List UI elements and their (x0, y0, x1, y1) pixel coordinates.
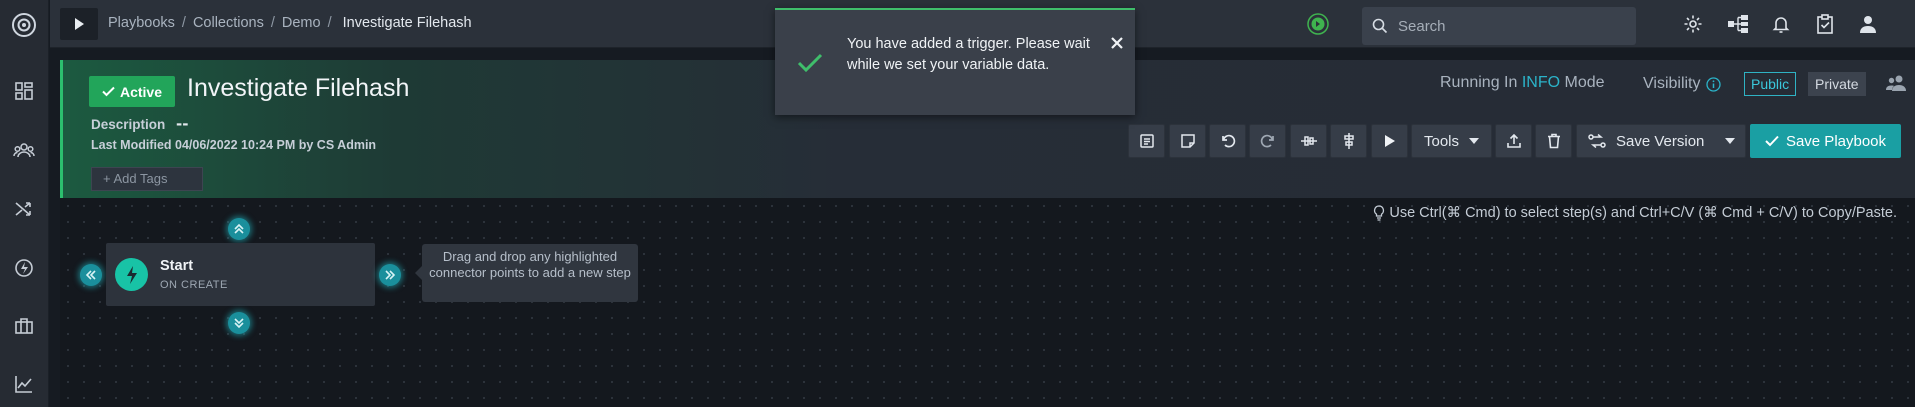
redo-icon (1260, 134, 1274, 148)
toast-close-icon[interactable] (1111, 34, 1123, 53)
breadcrumb-separator: / (327, 15, 332, 31)
connector-top[interactable] (228, 218, 250, 240)
description-value[interactable]: -- (176, 115, 188, 133)
breadcrumb-separator: / (270, 15, 275, 31)
visibility-public-button[interactable]: Public (1744, 72, 1797, 96)
analytics-icon[interactable] (13, 373, 35, 395)
toast-message: You have added a trigger. Please wait wh… (847, 36, 1090, 73)
tasks-clipboard-icon[interactable] (1814, 13, 1836, 35)
left-nav (0, 0, 49, 407)
search-box[interactable] (1362, 7, 1636, 45)
add-tags-input[interactable]: + Add Tags (91, 167, 203, 191)
lightbulb-icon (1374, 205, 1385, 221)
step-library-button[interactable] (1128, 124, 1165, 158)
note-icon (1180, 134, 1195, 148)
connector-bottom[interactable] (228, 312, 250, 334)
search-icon (1372, 18, 1388, 38)
chevron-left-double-icon (85, 270, 96, 280)
start-step-trigger: ON CREATE (160, 279, 228, 291)
playbook-designer-canvas[interactable]: Use Ctrl(⌘ Cmd) to select step(s) and Ct… (60, 198, 1915, 407)
success-check-icon (797, 52, 823, 78)
breadcrumb-separator: / (181, 15, 186, 31)
copy-paste-hint: Use Ctrl(⌘ Cmd) to select step(s) and Ct… (1373, 205, 1897, 221)
dashboard-icon[interactable] (13, 80, 35, 102)
save-playbook-button[interactable]: Save Playbook (1750, 124, 1901, 158)
bolt-icon[interactable] (13, 257, 35, 279)
chevron-down-icon[interactable] (1725, 138, 1735, 144)
hierarchy-icon[interactable] (1727, 13, 1749, 35)
app-logo-icon[interactable] (10, 11, 38, 39)
start-step-name: Start (160, 258, 194, 274)
visibility-private-button[interactable]: Private (1808, 72, 1866, 96)
add-note-button[interactable] (1169, 124, 1206, 158)
sidebar-toggle-button[interactable] (60, 8, 98, 40)
playbook-title[interactable]: Investigate Filehash (187, 74, 409, 103)
breadcrumb-demo[interactable]: Demo (282, 15, 321, 31)
chevron-right-double-icon (385, 270, 396, 280)
undo-button[interactable] (1209, 124, 1246, 158)
visibility-label: Visibility (1643, 75, 1701, 92)
search-input[interactable] (1398, 7, 1628, 45)
trigger-bolt-icon (115, 258, 148, 291)
users-icon[interactable] (13, 139, 35, 161)
connector-right[interactable] (379, 264, 401, 286)
chevron-up-double-icon (234, 223, 244, 234)
align-vertical-button[interactable] (1330, 124, 1367, 158)
running-mode-text: Running In INFO Mode (1440, 74, 1605, 92)
library-icon (1139, 134, 1154, 148)
settings-gear-icon[interactable] (1682, 13, 1704, 35)
shared-users-icon[interactable] (1886, 74, 1906, 96)
align-horizontal-icon (1300, 136, 1317, 146)
info-icon[interactable] (1705, 76, 1721, 92)
breadcrumb-playbooks[interactable]: Playbooks (108, 15, 175, 31)
chevron-down-double-icon (234, 318, 244, 329)
trigger-added-toast: You have added a trigger. Please wait wh… (775, 8, 1135, 115)
save-version-label: Save Version (1616, 132, 1705, 150)
shuffle-icon[interactable] (13, 198, 35, 220)
breadcrumb-collections[interactable]: Collections (193, 15, 264, 31)
run-playbook-button[interactable] (1371, 124, 1408, 158)
check-icon (102, 86, 115, 97)
align-vertical-icon (1343, 133, 1354, 149)
system-health-icon[interactable] (1307, 13, 1329, 35)
redo-button[interactable] (1249, 124, 1286, 158)
export-button[interactable] (1495, 124, 1532, 158)
align-horizontal-button[interactable] (1290, 124, 1327, 158)
notifications-bell-icon[interactable] (1770, 13, 1792, 35)
export-icon (1506, 133, 1521, 148)
hint-text: Use Ctrl(⌘ Cmd) to select step(s) and Ct… (1389, 205, 1897, 221)
active-status-label: Active (119, 83, 163, 100)
running-prefix: Running In (1440, 74, 1518, 91)
description-label: Description (91, 117, 166, 132)
undo-icon (1221, 134, 1235, 148)
chevron-down-icon (1469, 138, 1480, 144)
tools-dropdown[interactable]: Tools (1411, 124, 1492, 158)
start-step-node[interactable]: Start ON CREATE (106, 243, 375, 306)
user-profile-icon[interactable] (1857, 13, 1879, 35)
connector-tooltip: Drag and drop any highlighted connector … (415, 244, 638, 302)
trash-icon (1547, 133, 1560, 149)
save-playbook-label: Save Playbook (1785, 132, 1887, 150)
breadcrumb-current: Investigate Filehash (342, 15, 472, 31)
delete-button[interactable] (1535, 124, 1572, 158)
play-icon (1384, 135, 1395, 147)
running-suffix: Mode (1564, 74, 1605, 91)
breadcrumb: Playbooks / Collections / Demo / Investigate F… (108, 15, 472, 31)
version-icon (1588, 134, 1606, 148)
active-status-badge[interactable]: Active (89, 76, 175, 107)
save-version-button[interactable]: Save Version (1576, 124, 1746, 158)
last-modified-text: Last Modified 04/06/2022 10:24 PM by CS … (91, 138, 377, 152)
briefcase-icon[interactable] (13, 315, 35, 337)
connector-left[interactable] (80, 264, 102, 286)
tools-label: Tools (1423, 132, 1460, 150)
running-mode-value[interactable]: INFO (1522, 74, 1560, 91)
visibility-label-group: Visibility (1643, 75, 1721, 93)
check-icon (1765, 135, 1779, 147)
